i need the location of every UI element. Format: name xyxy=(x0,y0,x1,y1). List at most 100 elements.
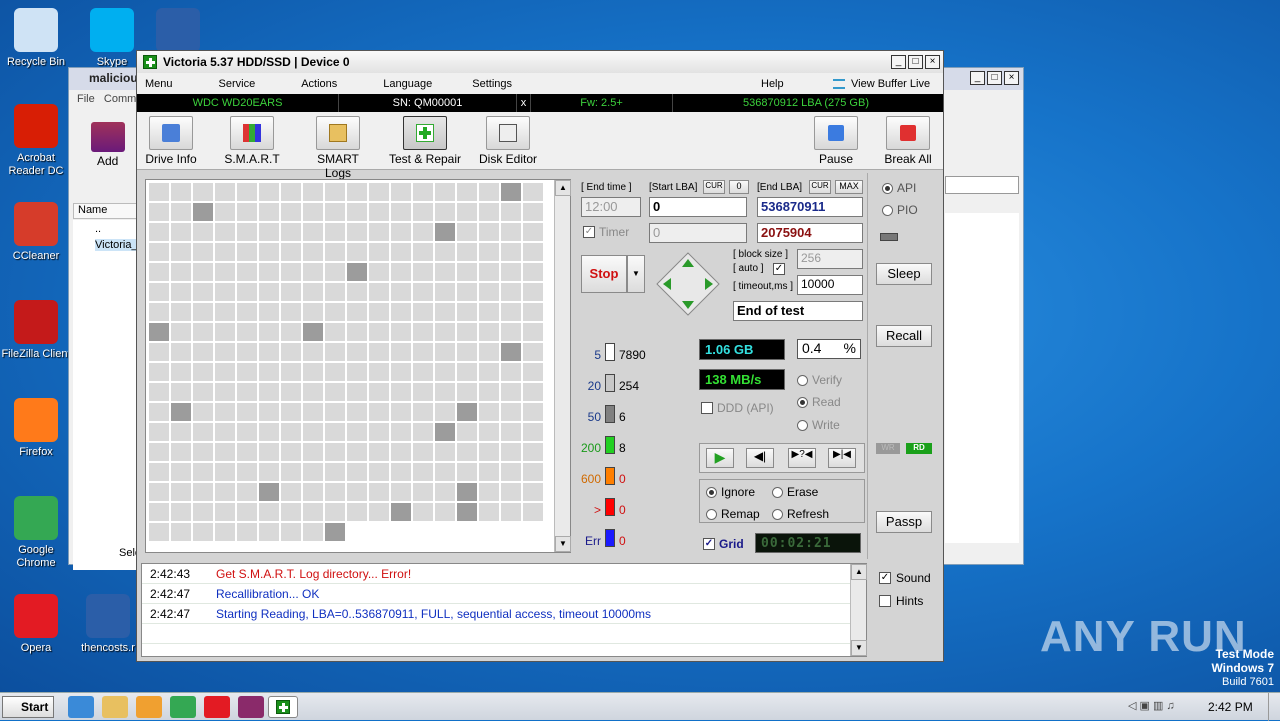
name-column-header[interactable]: Name xyxy=(73,203,137,219)
add-icon[interactable] xyxy=(91,122,125,152)
drive-info-button[interactable]: Drive Info xyxy=(143,116,199,166)
end-lba-input[interactable]: 536870911 xyxy=(757,197,863,217)
pause-button[interactable]: Pause xyxy=(813,116,859,166)
list-item[interactable]: .. xyxy=(95,223,101,235)
log-scrollbar[interactable]: ▲ ▼ xyxy=(850,564,867,656)
smart-button[interactable]: S.M.A.R.T xyxy=(223,116,281,166)
victoria-task-icon[interactable] xyxy=(268,696,298,718)
ddd-checkbox[interactable]: DDD (API) xyxy=(701,401,774,415)
grid-scrollbar[interactable]: ▲ ▼ xyxy=(554,180,571,552)
scan-block xyxy=(501,443,521,461)
latency-count: 8 xyxy=(619,441,626,455)
start-cur-button[interactable]: CUR xyxy=(703,180,725,194)
seek-random-button[interactable]: ▶?◀ xyxy=(788,448,816,468)
close-drive-button[interactable]: x xyxy=(517,94,531,112)
app-icon xyxy=(156,8,200,52)
end-time-input[interactable]: 12:00 xyxy=(581,197,641,217)
auto-checkbox[interactable]: ✓ xyxy=(773,263,785,275)
media-player-icon[interactable] xyxy=(136,696,162,718)
desktop-icon[interactable]: Firefox xyxy=(0,398,72,459)
view-buffer-live[interactable]: View Buffer Live xyxy=(833,78,930,90)
desktop-icon[interactable]: FileZilla Client xyxy=(0,300,72,361)
scan-block xyxy=(501,203,521,221)
timer-input[interactable]: 0 xyxy=(649,223,747,243)
desktop-icon[interactable]: thencosts.r xyxy=(72,594,144,655)
minimize-button[interactable]: _ xyxy=(891,55,906,69)
app-icon xyxy=(14,594,58,638)
end-max-button[interactable]: MAX xyxy=(835,180,863,194)
passp-button[interactable]: Passp xyxy=(876,511,932,533)
block-size-select[interactable]: 256 xyxy=(797,249,863,269)
scan-block xyxy=(193,443,213,461)
clock[interactable]: 2:42 PM xyxy=(1208,700,1253,714)
tray-icons[interactable]: ◁ ▣ ▥ ♫ xyxy=(1128,699,1198,715)
scan-block xyxy=(457,303,477,321)
play-button[interactable]: ▶ xyxy=(706,448,734,468)
desktop-icon[interactable]: Acrobat Reader DC xyxy=(0,104,72,178)
seek-end-button[interactable]: ▶|◀ xyxy=(828,448,856,468)
start-zero-button[interactable]: 0 xyxy=(729,180,749,194)
scan-block xyxy=(391,423,411,441)
close-button[interactable]: × xyxy=(1004,71,1019,85)
maximize-button[interactable]: □ xyxy=(987,71,1002,85)
api-radio[interactable]: API xyxy=(882,181,916,195)
hints-checkbox[interactable]: Hints xyxy=(879,594,923,608)
recall-button[interactable]: Recall xyxy=(876,325,932,347)
chrome-icon[interactable] xyxy=(170,696,196,718)
show-desktop-button[interactable] xyxy=(1268,693,1280,721)
opera-icon[interactable] xyxy=(204,696,230,718)
break-all-button[interactable]: Break All xyxy=(883,116,933,166)
close-button[interactable]: × xyxy=(925,55,940,69)
menu-item-service[interactable]: Service xyxy=(211,78,264,90)
menu-item-language[interactable]: Language xyxy=(375,78,440,90)
archive-menu[interactable]: File Comma xyxy=(77,93,142,105)
desktop-icon[interactable]: CCleaner xyxy=(0,202,72,263)
menu-item-actions[interactable]: Actions xyxy=(293,78,345,90)
grid-checkbox[interactable]: ✓ Grid xyxy=(703,537,744,551)
ignore-radio[interactable]: Ignore xyxy=(706,485,755,499)
winrar-icon[interactable] xyxy=(238,696,264,718)
menu-item-settings[interactable]: Settings xyxy=(464,78,520,90)
scan-block xyxy=(215,243,235,261)
repair-mode-group: Ignore Erase Remap Refresh xyxy=(699,479,865,523)
disk-editor-button[interactable]: Disk Editor xyxy=(477,116,539,166)
menu-item-help[interactable]: Help xyxy=(761,78,784,90)
start-button[interactable]: Start xyxy=(2,696,54,718)
desktop-icon[interactable] xyxy=(142,8,214,56)
stop-dropdown[interactable]: ▼ xyxy=(627,255,645,293)
stop-button[interactable]: Stop xyxy=(581,255,627,293)
remap-radio[interactable]: Remap xyxy=(706,507,760,521)
start-lba-input[interactable]: 0 xyxy=(649,197,747,217)
end-cur-button[interactable]: CUR xyxy=(809,180,831,194)
menu-item-menu[interactable]: Menu xyxy=(137,78,181,90)
scan-block xyxy=(215,343,235,361)
end-action-select[interactable]: End of test xyxy=(733,301,863,321)
pio-radio[interactable]: PIO xyxy=(882,203,918,217)
sleep-button[interactable]: Sleep xyxy=(876,263,932,285)
direction-pad[interactable] xyxy=(655,251,721,317)
desktop-icon[interactable]: Opera xyxy=(0,594,72,655)
scan-block xyxy=(281,463,301,481)
minimize-button[interactable]: _ xyxy=(970,71,985,85)
desktop-icon[interactable]: Google Chrome xyxy=(0,496,72,570)
ie-icon[interactable] xyxy=(68,696,94,718)
victoria-window[interactable]: Victoria 5.37 HDD/SSD | Device 0 _ □ × Men… xyxy=(136,50,944,662)
scan-block xyxy=(193,203,213,221)
desktop-icon[interactable]: Recycle Bin xyxy=(0,8,72,69)
erase-radio[interactable]: Erase xyxy=(772,485,818,499)
rewind-button[interactable]: ◀| xyxy=(746,448,774,468)
archive-path-dropdown[interactable] xyxy=(945,176,1019,194)
maximize-button[interactable]: □ xyxy=(908,55,923,69)
test-repair-button[interactable]: Test & Repair xyxy=(387,116,463,166)
write-radio[interactable]: Write xyxy=(797,418,840,432)
smart-logs-button[interactable]: SMART Logs xyxy=(303,116,373,180)
timeout-select[interactable]: 10000 xyxy=(797,275,863,295)
sound-checkbox[interactable]: ✓ Sound xyxy=(879,571,931,585)
timer-checkbox[interactable]: ✓ Timer xyxy=(583,225,629,239)
list-item[interactable]: Victoria_ xyxy=(95,239,138,251)
latency-threshold: 600 xyxy=(580,472,601,486)
refresh-radio[interactable]: Refresh xyxy=(772,507,829,521)
explorer-icon[interactable] xyxy=(102,696,128,718)
verify-radio[interactable]: Verify xyxy=(797,373,842,387)
read-radio[interactable]: Read xyxy=(797,395,841,409)
